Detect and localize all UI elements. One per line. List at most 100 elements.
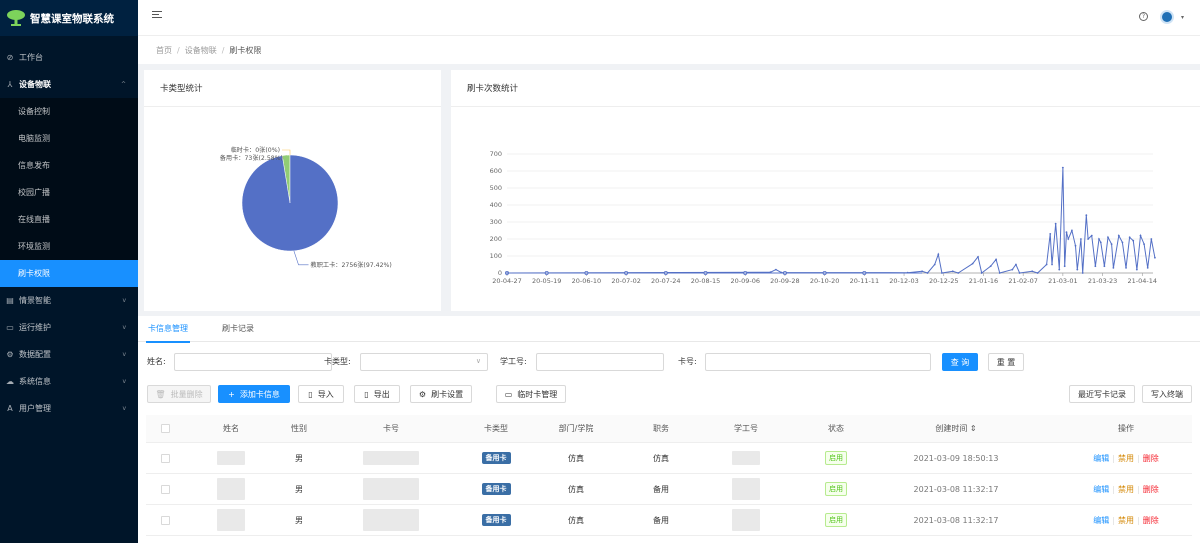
table-body: 男备用卡 仿真 仿真 启用 2021-03-09 18:50:13 编辑 | 禁用 | 删除男备用… (146, 443, 1192, 536)
chevron-down-icon: v (122, 378, 126, 385)
sidebar-item-data-config[interactable]: ⚙ 数据配置 v (0, 341, 138, 368)
sidebar-item-pc-monitor[interactable]: 电脑监测 (0, 125, 138, 152)
caret-down-icon[interactable]: ▾ (1181, 14, 1184, 21)
card-no-input[interactable] (705, 353, 931, 371)
sidebar-item-ops[interactable]: ▭ 运行维护 v (0, 314, 138, 341)
x-tick-label: 20-08-15 (691, 277, 721, 285)
series-point (769, 271, 772, 274)
export-button[interactable]: ▯ 导出 (354, 385, 400, 403)
disable-link[interactable]: 禁用 (1118, 453, 1134, 464)
row-checkbox[interactable] (160, 515, 170, 525)
edit-link[interactable]: 编辑 (1093, 453, 1109, 464)
cell-dept: 仿真 (568, 484, 584, 494)
series-point (1143, 243, 1145, 246)
status-badge: 启用 (825, 482, 847, 496)
series-line (506, 167, 1156, 274)
sidebar-item-device-control[interactable]: 设备控制 (0, 98, 138, 125)
reset-button[interactable]: 重 置 (988, 353, 1024, 371)
series-point (1045, 263, 1048, 266)
series-point (1107, 236, 1109, 239)
col-student-no: 学工号 (734, 424, 758, 433)
chevron-down-icon: v (122, 324, 126, 331)
card-title: 卡类型统计 (144, 70, 441, 107)
disable-link[interactable]: 禁用 (1118, 484, 1134, 495)
sidebar-item-workbench[interactable]: ⊘ 工作台 (0, 44, 138, 71)
redacted-name (217, 478, 245, 500)
delete-link[interactable]: 删除 (1143, 515, 1159, 526)
series-point (1125, 267, 1127, 269)
select-all-checkbox[interactable] (160, 424, 170, 433)
sidebar-item-label: 数据配置 (19, 350, 51, 359)
sidebar-item-label: 刷卡权限 (18, 269, 50, 278)
card-type-select[interactable]: ∨ (360, 353, 488, 371)
x-tick-label: 21-03-23 (1088, 277, 1118, 285)
row-checkbox[interactable] (160, 484, 170, 494)
pie-label: 备用卡：73张(2.58%) (220, 154, 283, 162)
sidebar-item-scene-smart[interactable]: ▤ 情景智能 v (0, 287, 138, 314)
sidebar-item-label: 在线直播 (18, 215, 50, 224)
sidebar-item-user-mgmt[interactable]: A 用户管理 v (0, 395, 138, 422)
logo: 智慧课室物联系统 (0, 0, 138, 36)
tab-card-info[interactable]: 卡信息管理 (146, 316, 190, 343)
pie-chart: 教职工卡：2756张(97.42%) 备用卡：73张(2.58%)临时卡：0张(0… (220, 146, 392, 269)
import-button[interactable]: ▯ 导入 (298, 385, 344, 403)
trash-icon: 🗑 (155, 389, 166, 399)
button-label: 临时卡管理 (517, 389, 558, 399)
edit-link[interactable]: 编辑 (1093, 515, 1109, 526)
series-point (1099, 241, 1102, 244)
cell-actions: 编辑 | 禁用 | 删除 (1076, 443, 1176, 473)
disable-link[interactable]: 禁用 (1118, 515, 1134, 526)
sidebar-item-card-permission[interactable]: 刷卡权限 (0, 260, 138, 287)
help-icon[interactable]: ? (1139, 12, 1148, 21)
redacted-student-no (732, 478, 760, 500)
col-created-time[interactable]: 创建时间 ⇕ (896, 415, 1016, 442)
recent-write-record-button[interactable]: 最近写卡记录 (1069, 385, 1135, 403)
menu-fold-icon[interactable] (152, 11, 162, 21)
breadcrumb-device-iot[interactable]: 设备物联 (185, 45, 217, 56)
series-point (1061, 166, 1064, 169)
series-point (1117, 234, 1120, 237)
series-point (1058, 268, 1061, 271)
sidebar-item-live-stream[interactable]: 在线直播 (0, 206, 138, 233)
card-settings-button[interactable]: ⚙ 刷卡设置 (410, 385, 472, 403)
add-card-button[interactable]: + 添加卡信息 (218, 385, 290, 403)
avatar[interactable] (1160, 10, 1174, 24)
chevron-up-icon: ^ (120, 81, 126, 88)
student-no-input[interactable] (536, 353, 664, 371)
sidebar-item-label: 校园广播 (18, 188, 50, 197)
redacted-card-no (363, 451, 419, 465)
cloud-icon: ☁ (6, 377, 14, 386)
write-terminal-button[interactable]: 写入终端 (1142, 385, 1192, 403)
series-point (1132, 239, 1135, 242)
series-point (1067, 238, 1070, 240)
edit-link[interactable]: 编辑 (1093, 484, 1109, 495)
search-button[interactable]: 查 询 (942, 353, 978, 371)
action-toolbar: 🗑 批量删除 + 添加卡信息 ▯ 导入 ▯ 导出 ⚙ 刷卡设置 ▭ 临时卡管理 最近写卡记录… (138, 385, 1200, 403)
series-point (1112, 267, 1115, 269)
chevron-down-icon: v (122, 351, 126, 358)
cell-gender: 男 (295, 515, 303, 525)
delete-link[interactable]: 删除 (1143, 484, 1159, 495)
sidebar-item-env-monitor[interactable]: 环境监测 (0, 233, 138, 260)
batch-delete-button[interactable]: 🗑 批量删除 (147, 385, 211, 403)
col-card-type: 卡类型 (484, 424, 508, 433)
sidebar-item-campus-broadcast[interactable]: 校园广播 (0, 179, 138, 206)
name-input[interactable] (174, 353, 332, 371)
x-tick-label: 21-04-14 (1128, 277, 1158, 285)
cell-gender: 男 (295, 453, 303, 463)
delete-link[interactable]: 删除 (1143, 453, 1159, 464)
submenu-device-iot: 设备控制 电脑监测 信息发布 校园广播 在线直播 环境监测 刷卡权限 (0, 98, 138, 287)
tree-logo-icon (7, 10, 25, 26)
tab-swipe-records[interactable]: 刷卡记录 (222, 316, 254, 342)
sidebar-item-label: 情景智能 (19, 296, 51, 305)
series-point (933, 263, 936, 266)
sidebar-item-info-publish[interactable]: 信息发布 (0, 152, 138, 179)
sidebar-item-sys-info[interactable]: ☁ 系统信息 v (0, 368, 138, 395)
temp-card-button[interactable]: ▭ 临时卡管理 (496, 385, 566, 403)
row-checkbox[interactable] (160, 453, 170, 463)
sidebar-item-device-iot[interactable]: ⅄ 设备物联 ^ (0, 71, 138, 98)
network-icon: ⅄ (7, 80, 13, 89)
y-tick-label: 500 (490, 184, 502, 192)
gear-icon: ⚙ (418, 389, 427, 399)
breadcrumb-home[interactable]: 首页 (156, 45, 172, 56)
